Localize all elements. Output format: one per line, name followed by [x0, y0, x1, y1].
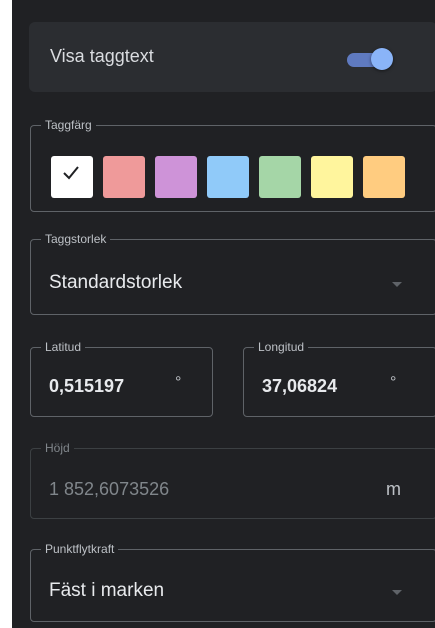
show-tag-text-label: Visa taggtext: [50, 46, 154, 66]
latitude-field[interactable]: Latitud 0,515197 °: [30, 340, 213, 417]
tag-color-legend: Taggfärg: [45, 118, 92, 132]
show-tag-text-toggle[interactable]: [347, 48, 393, 70]
chevron-down-icon: [392, 282, 402, 287]
longitude-legend: Longitud: [258, 340, 305, 354]
point-float-legend: Punktflytkraft: [45, 542, 115, 556]
point-float-value: Fäst i marken: [49, 580, 165, 601]
latitude-value[interactable]: 0,515197: [49, 376, 167, 397]
show-tag-text-row[interactable]: Visa taggtext: [29, 22, 435, 92]
latitude-legend: Latitud: [45, 340, 82, 354]
point-float-select[interactable]: Punktflytkraft Fäst i marken: [30, 542, 435, 622]
tag-size-legend: Taggstorlek: [45, 232, 107, 246]
color-swatch-purple[interactable]: [155, 156, 197, 198]
color-swatch-red[interactable]: [103, 156, 145, 198]
height-unit: m: [386, 479, 401, 499]
settings-panel: Visa taggtext Taggfärg Taggstorlek Stand…: [12, 0, 435, 628]
tag-size-value: Standardstorlek: [49, 272, 183, 293]
check-icon: [63, 166, 79, 180]
toggle-thumb: [371, 48, 393, 70]
longitude-value[interactable]: 37,06824: [262, 376, 357, 397]
tag-size-select[interactable]: Taggstorlek Standardstorlek: [30, 232, 435, 315]
latitude-unit: °: [175, 374, 182, 391]
color-swatch-yellow[interactable]: [311, 156, 353, 198]
color-swatch-blue[interactable]: [207, 156, 249, 198]
longitude-unit: °: [390, 374, 397, 391]
color-swatch-green[interactable]: [259, 156, 301, 198]
height-field: Höjd 1 852,6073526 m: [30, 441, 435, 519]
longitude-field[interactable]: Longitud 37,06824 °: [243, 340, 435, 417]
tag-color-group: Taggfärg: [30, 118, 435, 212]
color-swatch-white[interactable]: [51, 156, 93, 198]
color-swatch-orange[interactable]: [363, 156, 405, 198]
height-value: 1 852,6073526: [49, 479, 170, 499]
height-legend: Höjd: [45, 441, 70, 455]
chevron-down-icon: [392, 590, 402, 595]
